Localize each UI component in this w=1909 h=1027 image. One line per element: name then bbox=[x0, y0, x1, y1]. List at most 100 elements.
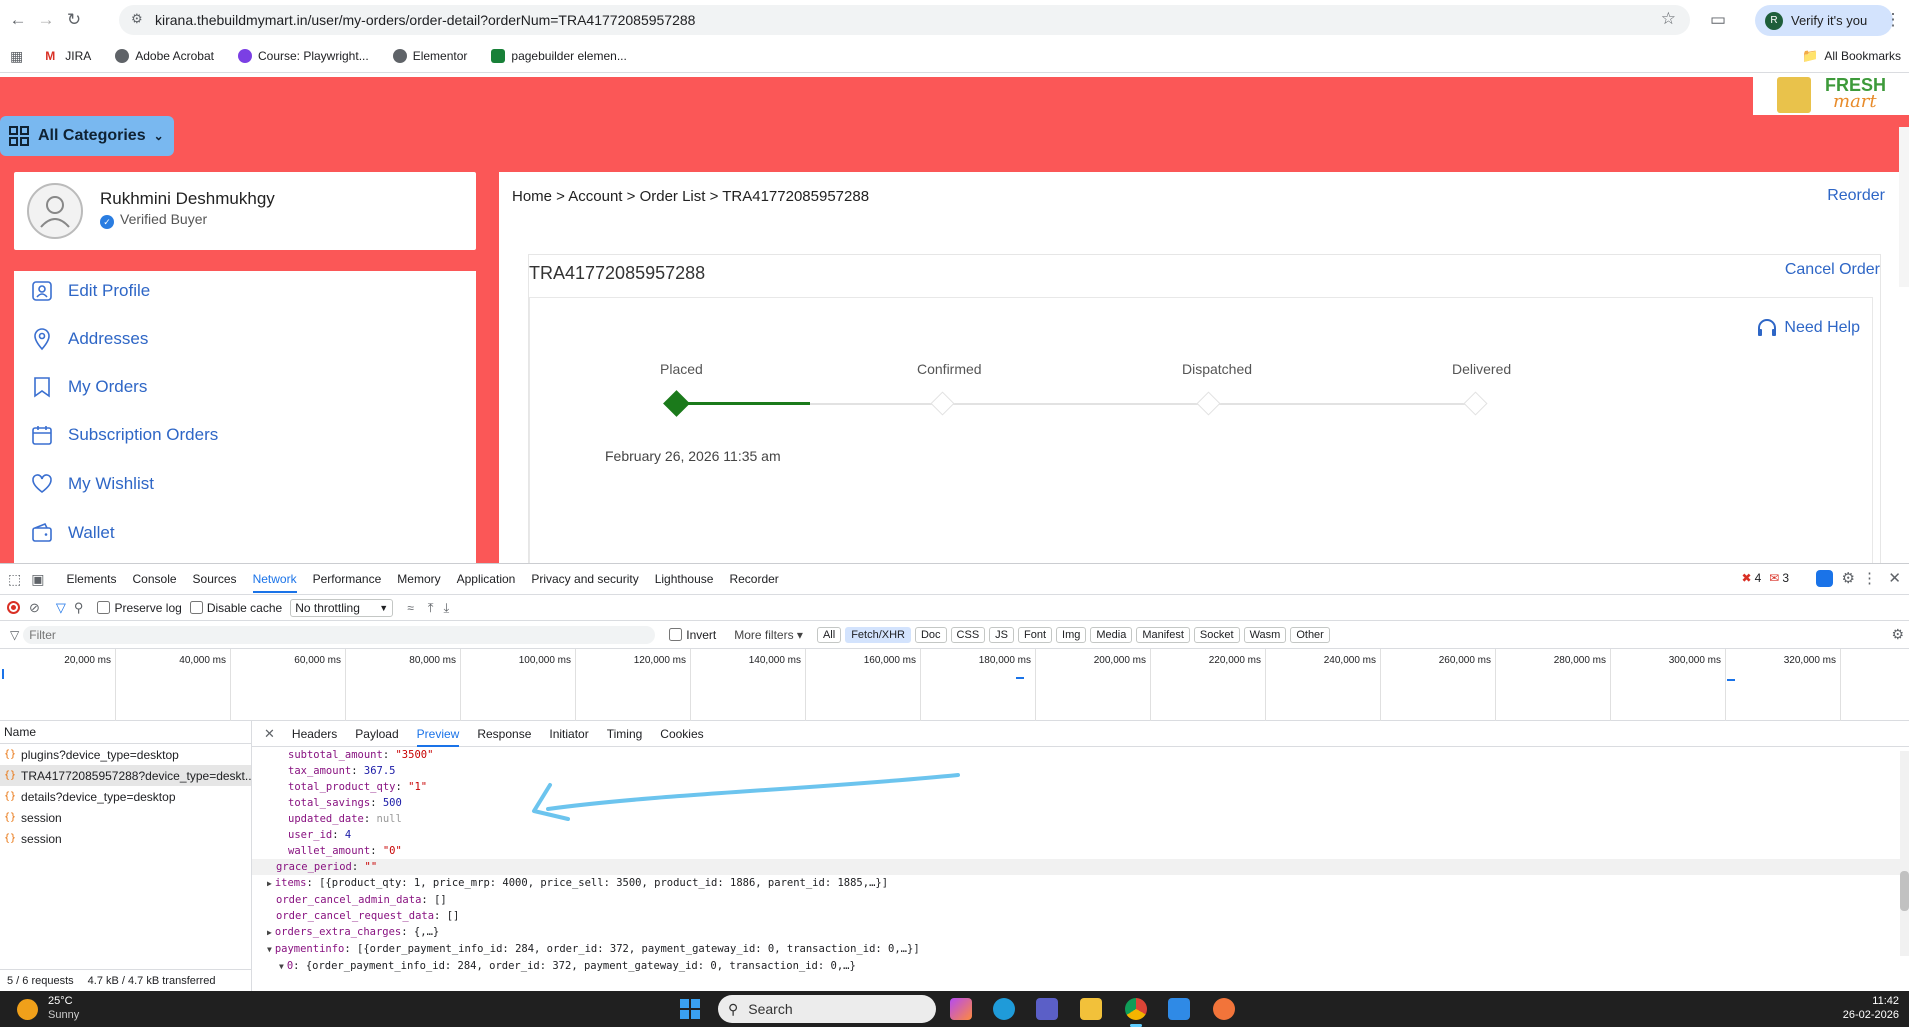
settings-gear-icon[interactable]: ⚙ bbox=[1842, 569, 1855, 587]
taskbar-search[interactable]: ⚲ Search bbox=[718, 995, 936, 1023]
edge-icon[interactable] bbox=[993, 998, 1015, 1020]
request-row[interactable]: {} plugins?device_type=desktop bbox=[0, 744, 251, 765]
chip-css[interactable]: CSS bbox=[950, 626, 986, 643]
json-line[interactable]: grace_period: "" bbox=[252, 859, 1909, 875]
bookmark-star-icon[interactable]: ☆ bbox=[1661, 9, 1676, 29]
tab-performance[interactable]: Performance bbox=[313, 572, 382, 586]
expand-arrow-icon[interactable]: ▶ bbox=[267, 928, 272, 937]
sun-weather-icon[interactable] bbox=[17, 999, 38, 1020]
tab-application[interactable]: Application bbox=[457, 572, 516, 586]
tab-sources[interactable]: Sources bbox=[193, 572, 237, 586]
bookmark-pagebuilder[interactable]: pagebuilder elemen... bbox=[491, 49, 627, 63]
all-categories-button[interactable]: All Categories ⌄ bbox=[0, 116, 174, 156]
back-icon[interactable]: ← bbox=[6, 8, 30, 32]
json-line[interactable]: user_id: 4 bbox=[252, 827, 1909, 843]
page-scrollbar[interactable] bbox=[1899, 127, 1909, 287]
tab-preview[interactable]: Preview bbox=[416, 727, 460, 747]
issue-counters[interactable]: ✖ 4 ✉ 3 bbox=[1742, 571, 1790, 585]
reorder-link[interactable]: Reorder bbox=[1827, 187, 1885, 205]
apps-grid-icon[interactable]: ▦ bbox=[10, 48, 23, 65]
tab-timing[interactable]: Timing bbox=[607, 727, 643, 741]
site-info-icon[interactable]: ⚙ bbox=[131, 11, 143, 27]
throttling-select[interactable]: No throttling ▼ bbox=[290, 598, 394, 617]
chip-wasm[interactable]: Wasm bbox=[1243, 626, 1287, 643]
clear-icon[interactable]: ⊘ bbox=[29, 600, 40, 616]
chip-doc[interactable]: Doc bbox=[914, 626, 947, 643]
bookmark-elementor[interactable]: Elementor bbox=[392, 49, 467, 63]
search-icon[interactable]: ⚲ bbox=[74, 600, 84, 616]
tab-payload[interactable]: Payload bbox=[355, 727, 398, 741]
network-settings-icon[interactable]: ⚙ bbox=[1891, 626, 1904, 643]
windows-start-icon[interactable] bbox=[680, 999, 700, 1019]
forward-icon[interactable]: → bbox=[34, 8, 58, 32]
import-har-icon[interactable]: ⤒ bbox=[428, 600, 434, 616]
tab-elements[interactable]: Elements bbox=[66, 572, 116, 586]
preserve-log-checkbox[interactable]: Preserve log bbox=[97, 601, 182, 615]
tab-privacy[interactable]: Privacy and security bbox=[531, 572, 638, 586]
tab-recorder[interactable]: Recorder bbox=[729, 572, 778, 586]
fresh-mart-logo[interactable]: FRESH mart bbox=[1753, 77, 1909, 115]
filter-funnel-icon[interactable]: ▽ bbox=[56, 600, 66, 616]
chip-socket[interactable]: Socket bbox=[1193, 626, 1240, 643]
verify-button[interactable]: R Verify it's you bbox=[1755, 5, 1893, 36]
chip-media[interactable]: Media bbox=[1090, 626, 1133, 643]
copilot-icon[interactable] bbox=[950, 998, 972, 1020]
bookmark-adobe[interactable]: Adobe Acrobat bbox=[115, 49, 214, 63]
inspect-element-icon[interactable]: ⬚ bbox=[8, 571, 21, 588]
close-detail-icon[interactable]: ✕ bbox=[264, 726, 275, 742]
chrome-icon[interactable] bbox=[1125, 998, 1147, 1020]
bookmark-course[interactable]: Course: Playwright... bbox=[237, 49, 369, 63]
extensions-icon[interactable]: ▭ bbox=[1706, 8, 1730, 32]
chip-other[interactable]: Other bbox=[1290, 626, 1330, 643]
notepad-icon[interactable] bbox=[1168, 998, 1190, 1020]
address-bar[interactable]: ⚙ kirana.thebuildmymart.in/user/my-order… bbox=[119, 5, 1690, 35]
tab-initiator[interactable]: Initiator bbox=[549, 727, 588, 741]
request-row[interactable]: {} details?device_type=desktop bbox=[0, 786, 251, 807]
clock-time[interactable]: 11:42 bbox=[1872, 995, 1899, 1007]
chip-js[interactable]: JS bbox=[989, 626, 1015, 643]
request-row-selected[interactable]: {} TRA41772085957288?device_type=deskt... bbox=[0, 765, 251, 786]
tab-response[interactable]: Response bbox=[477, 727, 531, 741]
menu-subscription-orders[interactable]: Subscription Orders bbox=[30, 423, 218, 447]
collapse-arrow-icon[interactable]: ▼ bbox=[267, 945, 272, 954]
json-line[interactable]: ▼ 0: {order_payment_info_id: 284, order_i… bbox=[252, 958, 1909, 975]
more-options-icon[interactable]: ⋮ bbox=[1862, 569, 1877, 587]
menu-kebab-icon[interactable]: ⋮ bbox=[1881, 8, 1905, 32]
record-icon[interactable] bbox=[7, 601, 20, 614]
invert-checkbox[interactable]: Invert bbox=[669, 628, 716, 642]
teams-icon[interactable] bbox=[1036, 998, 1058, 1020]
menu-wallet[interactable]: Wallet bbox=[30, 521, 115, 545]
json-line[interactable]: order_cancel_admin_data: [] bbox=[252, 892, 1909, 908]
export-har-icon[interactable]: ⤓ bbox=[444, 600, 450, 616]
tab-headers[interactable]: Headers bbox=[292, 727, 337, 741]
ai-assistance-icon[interactable] bbox=[1816, 570, 1833, 587]
chip-manifest[interactable]: Manifest bbox=[1136, 626, 1190, 643]
menu-edit-profile[interactable]: Edit Profile bbox=[30, 279, 150, 303]
name-column-header[interactable]: Name bbox=[0, 721, 251, 744]
expand-arrow-icon[interactable]: ▶ bbox=[267, 879, 272, 888]
bookmark-jira[interactable]: M JIRA bbox=[45, 49, 91, 63]
network-conditions-icon[interactable]: ≈ bbox=[407, 601, 414, 615]
menu-my-wishlist[interactable]: My Wishlist bbox=[30, 472, 154, 496]
tab-network[interactable]: Network bbox=[252, 572, 297, 593]
menu-addresses[interactable]: Addresses bbox=[30, 327, 148, 351]
tab-cookies[interactable]: Cookies bbox=[660, 727, 703, 741]
collapse-arrow-icon[interactable]: ▼ bbox=[279, 962, 284, 971]
more-filters-dropdown[interactable]: More filters ▾ bbox=[734, 628, 803, 642]
preview-scrollbar[interactable] bbox=[1900, 751, 1909, 956]
device-toolbar-icon[interactable]: ▣ bbox=[31, 571, 44, 588]
filter-input[interactable] bbox=[23, 625, 656, 644]
json-line[interactable]: ▶ orders_extra_charges: {,…} bbox=[252, 924, 1909, 941]
request-row[interactable]: {} session bbox=[0, 828, 251, 849]
network-timeline-overview[interactable]: 20,000 ms 40,000 ms 60,000 ms 80,000 ms 100,… bbox=[0, 649, 1909, 721]
json-line[interactable]: ▼ paymentinfo: [{order_payment_info_id: 2… bbox=[252, 941, 1909, 958]
menu-my-orders[interactable]: My Orders bbox=[30, 375, 147, 399]
request-row[interactable]: {} session bbox=[0, 807, 251, 828]
clock-date[interactable]: 26-02-2026 bbox=[1843, 1009, 1899, 1021]
breadcrumb[interactable]: Home > Account > Order List > TRA4177208… bbox=[512, 188, 869, 205]
cancel-order-link[interactable]: Cancel Order bbox=[1785, 261, 1880, 279]
disable-cache-checkbox[interactable]: Disable cache bbox=[189, 601, 282, 615]
json-line[interactable]: wallet_amount: "0" bbox=[252, 843, 1909, 859]
postman-icon[interactable] bbox=[1213, 998, 1235, 1020]
reload-icon[interactable]: ↻ bbox=[62, 8, 86, 32]
